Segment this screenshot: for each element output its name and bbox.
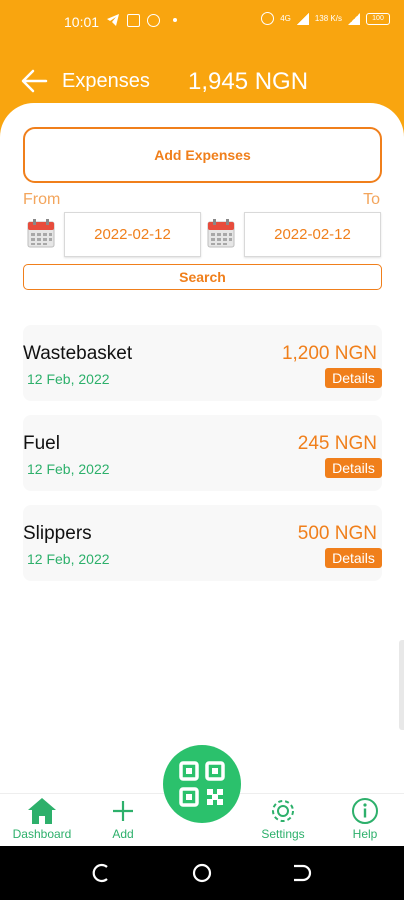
info-icon	[352, 798, 378, 824]
expense-name: Fuel	[23, 433, 60, 454]
expense-amount: 500 NGN	[297, 523, 377, 544]
home-button-icon[interactable]	[191, 863, 213, 883]
expense-date: 12 Feb, 2022	[27, 551, 110, 567]
content-sheet: Add Expenses From To 2022-02-12 2022-02-…	[0, 103, 404, 793]
more-notifications-icon	[173, 18, 177, 22]
back-button-icon[interactable]	[290, 863, 312, 883]
system-navigation-bar	[0, 846, 404, 900]
from-label: From	[23, 191, 61, 208]
status-bar: 10:01 4G 138 K/s 100	[0, 0, 404, 44]
gear-icon	[272, 800, 294, 822]
nav-dashboard[interactable]: Dashboard	[2, 796, 82, 841]
nav-settings[interactable]: Settings	[243, 796, 323, 841]
battery-icon: 100	[366, 12, 390, 25]
expense-name: Slippers	[23, 523, 92, 544]
nav-help[interactable]: Help	[325, 796, 404, 841]
network-speed: 138 K/s	[314, 14, 342, 23]
plus-icon	[113, 801, 133, 821]
nav-add-label: Add	[112, 827, 134, 841]
expense-amount: 1,200 NGN	[281, 343, 377, 364]
qr-code-icon	[179, 761, 225, 807]
signal-icon	[296, 12, 309, 25]
add-expenses-button[interactable]: Add Expenses	[23, 127, 382, 183]
expense-name: Wastebasket	[23, 343, 133, 364]
page-title: Expenses	[62, 70, 150, 92]
to-date-field[interactable]: 2022-02-12	[244, 212, 381, 257]
facebook-icon	[147, 13, 160, 27]
hotspot-icon	[261, 12, 275, 25]
nav-settings-label: Settings	[261, 827, 305, 841]
to-label: To	[363, 191, 380, 208]
from-date-field[interactable]: 2022-02-12	[64, 212, 201, 257]
edge-panel-handle[interactable]	[399, 640, 404, 730]
app-header: Expenses 1,945 NGN	[0, 60, 404, 104]
expense-amount: 245 NGN	[297, 433, 377, 454]
home-icon	[28, 798, 56, 824]
details-button[interactable]: Details	[325, 458, 382, 478]
recent-apps-icon[interactable]	[92, 863, 114, 883]
details-button[interactable]: Details	[325, 548, 382, 568]
status-time: 10:01	[64, 14, 100, 30]
expense-item[interactable]: Slippers 12 Feb, 2022 500 NGN Details	[23, 505, 382, 581]
expense-item[interactable]: Fuel 12 Feb, 2022 245 NGN Details	[23, 415, 382, 491]
status-right-icons: 4G 138 K/s 100	[261, 12, 390, 25]
arrow-left-icon[interactable]	[20, 68, 48, 94]
calendar-icon[interactable]	[207, 218, 235, 248]
telegram-icon	[107, 14, 119, 26]
search-button[interactable]: Search	[23, 264, 382, 290]
details-button[interactable]: Details	[325, 368, 382, 388]
message-icon	[127, 13, 140, 27]
expense-item[interactable]: Wastebasket 12 Feb, 2022 1,200 NGN Detai…	[23, 325, 382, 401]
nav-dashboard-label: Dashboard	[12, 827, 72, 841]
expense-date: 12 Feb, 2022	[27, 461, 110, 477]
expense-date: 12 Feb, 2022	[27, 371, 110, 387]
network-type: 4G	[280, 14, 291, 23]
nav-add[interactable]: Add	[83, 796, 163, 841]
nav-help-label: Help	[352, 827, 378, 841]
expenses-total: 1,945 NGN	[188, 68, 309, 95]
scan-qr-button[interactable]	[163, 745, 241, 823]
notification-icons	[106, 13, 177, 27]
calendar-icon[interactable]	[27, 218, 55, 248]
signal-icon-2	[348, 12, 360, 25]
